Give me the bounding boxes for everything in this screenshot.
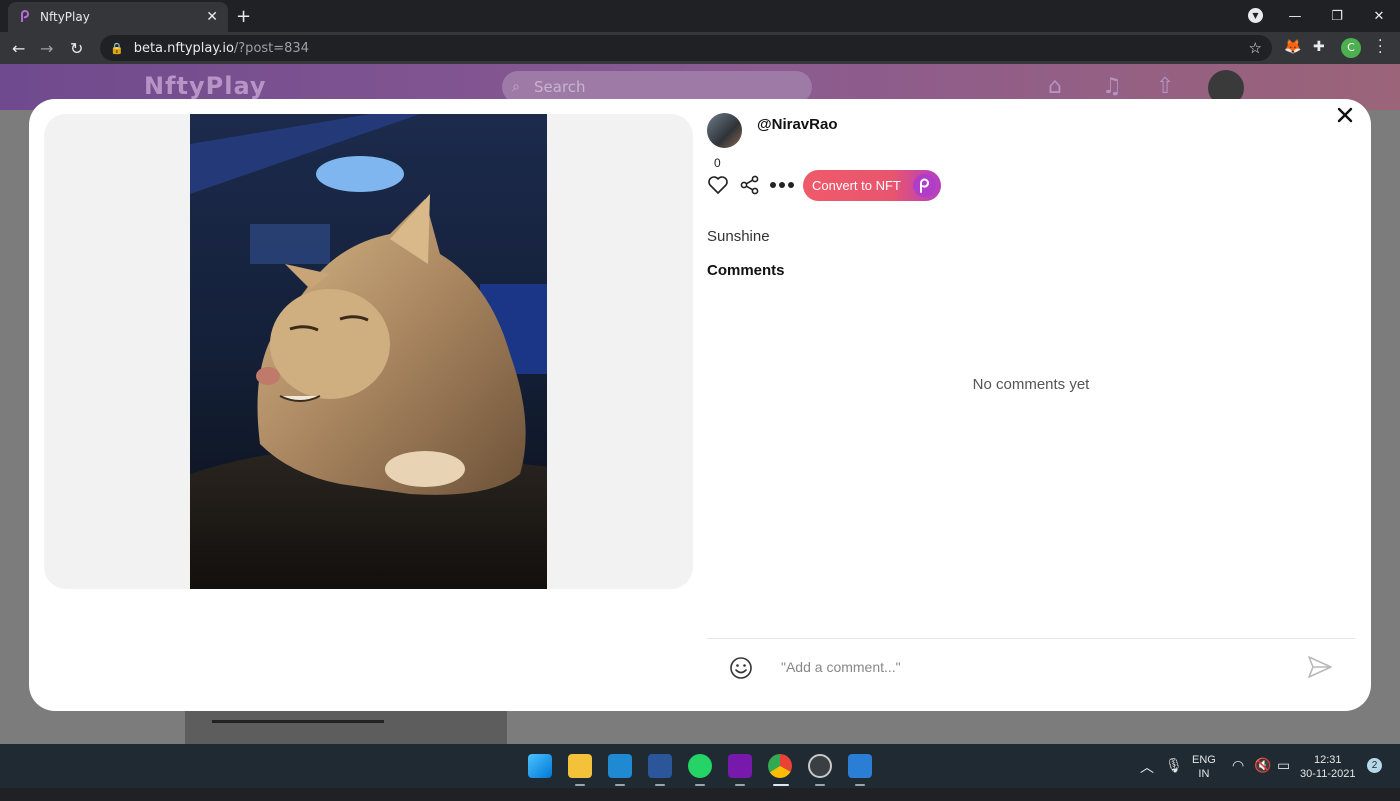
- heart-icon[interactable]: [707, 175, 729, 195]
- onenote-running-indicator: [735, 784, 745, 786]
- convert-to-nft-label: Convert to NFT: [812, 178, 901, 193]
- share-icon[interactable]: [740, 175, 760, 195]
- lock-icon: 🔒: [110, 41, 124, 55]
- clock-time: 12:31: [1313, 754, 1342, 766]
- site-logo[interactable]: NftyPlay: [144, 72, 267, 100]
- volume-muted-icon[interactable]: 🔇: [1254, 757, 1271, 801]
- window-close-icon[interactable]: ✕: [1358, 9, 1400, 24]
- language-code: ENG: [1192, 754, 1216, 766]
- metamask-extension-icon[interactable]: 🦊: [1284, 39, 1301, 55]
- url-host: beta.nftyplay.io: [133, 40, 234, 56]
- whatsapp-running-indicator: [695, 784, 705, 786]
- forward-icon[interactable]: →: [40, 39, 53, 58]
- video-app-running-indicator: [855, 784, 865, 786]
- site-search-placeholder: Search: [534, 78, 586, 96]
- explorer-running-indicator: [575, 784, 585, 786]
- address-bar[interactable]: 🔒 beta.nftyplay.io/?post=834 ☆: [100, 35, 1272, 61]
- battery-icon[interactable]: ▭: [1277, 757, 1290, 801]
- chrome-active-indicator: [773, 784, 789, 786]
- bell-icon[interactable]: ♫: [1102, 74, 1122, 99]
- video-app-icon[interactable]: [848, 754, 872, 778]
- obs-icon[interactable]: [808, 754, 832, 778]
- chrome-icon[interactable]: [768, 754, 792, 778]
- microphone-icon[interactable]: 🎙: [1165, 757, 1183, 801]
- back-icon[interactable]: ←: [12, 39, 25, 58]
- start-menu-icon[interactable]: [528, 754, 552, 778]
- emoji-icon[interactable]: [729, 656, 753, 680]
- like-count: 0: [714, 156, 721, 170]
- url-path: /?post=834: [233, 40, 309, 56]
- browser-tab[interactable]: NftyPlay ✕: [8, 2, 228, 32]
- more-options-icon[interactable]: [770, 181, 794, 189]
- whatsapp-icon[interactable]: [688, 754, 712, 778]
- send-icon[interactable]: [1307, 655, 1333, 679]
- window-controls: — ❐ ✕: [1274, 0, 1400, 32]
- browser-toolbar: ← → ↻ 🔒 beta.nftyplay.io/?post=834 ☆ 🦊 ✚: [0, 32, 1400, 64]
- upload-icon[interactable]: ⇧: [1156, 74, 1174, 99]
- browser-tabstrip: NftyPlay ✕ + ▼ — ❐ ✕: [0, 0, 1400, 32]
- comment-divider: [707, 638, 1355, 639]
- reload-icon[interactable]: ↻: [70, 39, 83, 58]
- region-code: IN: [1198, 768, 1210, 780]
- close-modal-icon[interactable]: [1335, 105, 1355, 125]
- word-icon[interactable]: [648, 754, 672, 778]
- post-image-panel: [44, 114, 693, 589]
- tab-close-icon[interactable]: ✕: [206, 9, 218, 25]
- convert-to-nft-button[interactable]: Convert to NFT: [803, 170, 941, 201]
- comments-heading: Comments: [707, 262, 785, 279]
- post-caption: Sunshine: [707, 228, 770, 245]
- restore-icon[interactable]: ❐: [1316, 9, 1358, 24]
- author-username[interactable]: @NiravRao: [757, 116, 838, 133]
- wifi-icon[interactable]: ◠: [1232, 757, 1244, 801]
- background-card-decoration: [212, 720, 384, 723]
- onenote-icon[interactable]: [728, 754, 752, 778]
- nftyplay-favicon-icon: [21, 10, 29, 22]
- language-indicator[interactable]: ENG IN: [1192, 753, 1216, 797]
- post-modal: @NiravRao 0 Convert to NFT Sunshine Comm…: [29, 99, 1371, 711]
- vscode-icon[interactable]: [608, 754, 632, 778]
- new-tab-icon[interactable]: +: [236, 6, 251, 27]
- extensions-puzzle-icon[interactable]: ✚: [1313, 39, 1325, 55]
- post-photo-cat[interactable]: [190, 114, 547, 589]
- system-clock[interactable]: 12:31 30-11-2021: [1300, 753, 1355, 797]
- home-icon[interactable]: ⌂: [1048, 74, 1062, 99]
- vscode-running-indicator: [615, 784, 625, 786]
- notification-badge[interactable]: 2: [1367, 758, 1382, 773]
- tab-title: NftyPlay: [40, 10, 90, 24]
- windows-taskbar: ︿ 🎙 ENG IN ◠ 🔇 ▭ 12:31 30-11-2021: [0, 744, 1400, 788]
- comment-input[interactable]: [781, 655, 1281, 679]
- file-explorer-icon[interactable]: [568, 754, 592, 778]
- nftyplay-logo-icon: [913, 174, 936, 197]
- tab-search-icon[interactable]: ▼: [1248, 8, 1263, 23]
- word-running-indicator: [655, 784, 665, 786]
- tray-overflow-icon[interactable]: ︿: [1140, 757, 1154, 801]
- browser-profile-avatar[interactable]: C: [1341, 38, 1361, 58]
- background-post-card: [185, 708, 507, 744]
- author-avatar[interactable]: [707, 113, 742, 148]
- minimize-icon[interactable]: —: [1274, 9, 1316, 24]
- browser-menu-icon[interactable]: · · ·: [1378, 34, 1382, 60]
- obs-running-indicator: [815, 784, 825, 786]
- empty-comments-message: No comments yet: [972, 376, 1090, 393]
- bookmark-star-icon[interactable]: ☆: [1249, 39, 1262, 57]
- clock-date: 30-11-2021: [1300, 768, 1356, 780]
